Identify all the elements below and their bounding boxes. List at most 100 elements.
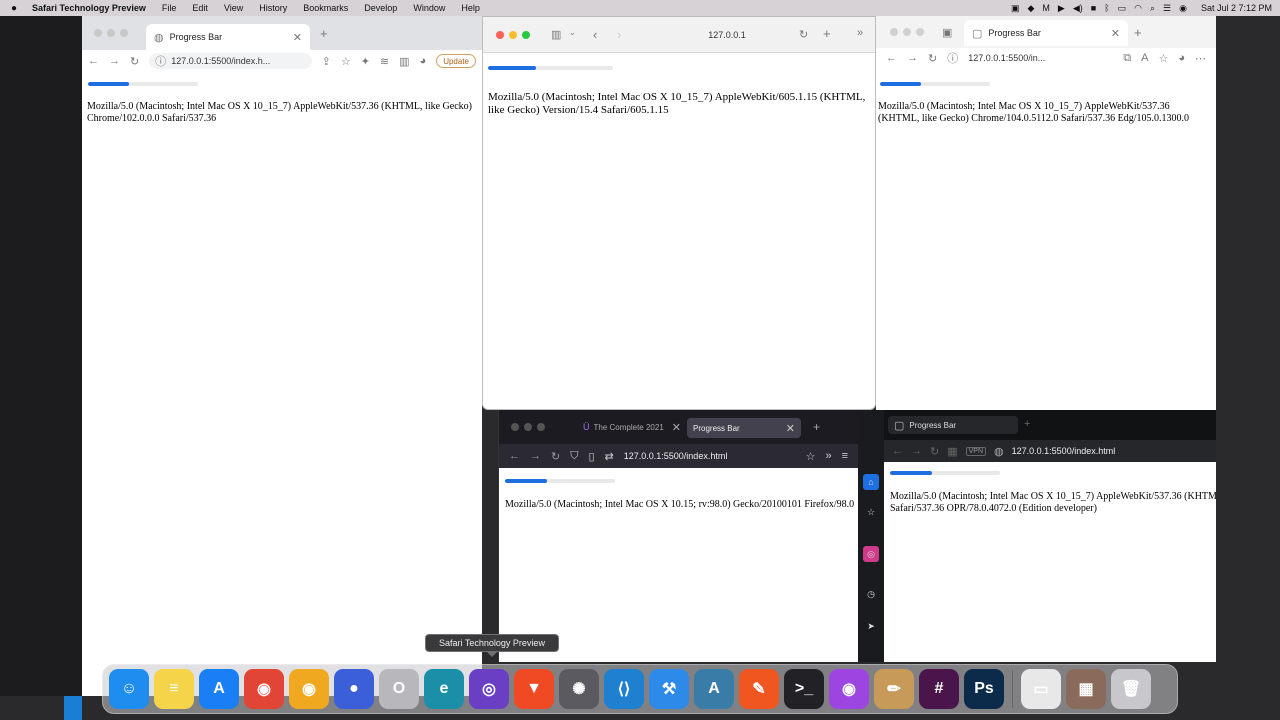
chrome-close-dot[interactable] <box>94 29 102 37</box>
search-icon[interactable]: ⌕ <box>1150 3 1155 14</box>
reload-icon[interactable]: ↻ <box>928 52 937 65</box>
forward-icon[interactable]: → <box>530 450 541 462</box>
gmail-icon[interactable]: M <box>1042 3 1050 13</box>
forward-icon[interactable]: → <box>911 445 922 457</box>
forward-icon[interactable]: › <box>617 27 621 42</box>
chrome-address-bar[interactable]: ⓘ 127.0.0.1:5500/index.h... <box>149 53 312 69</box>
edge-close-dot[interactable] <box>890 28 898 36</box>
edge-dev-icon[interactable]: e <box>424 669 464 709</box>
reload-icon[interactable]: ↻ <box>551 450 560 463</box>
brave-icon[interactable]: ▼ <box>514 669 554 709</box>
info-icon[interactable]: ⓘ <box>155 53 166 69</box>
opera-url[interactable]: 127.0.0.1:5500/index.html <box>1012 446 1116 456</box>
firefox-minimize-dot[interactable] <box>524 423 532 431</box>
profile-avatar-icon[interactable]: ◕ <box>1178 52 1185 64</box>
slack-icon[interactable]: # <box>919 669 959 709</box>
photoshop-icon[interactable]: Ps <box>964 669 1004 709</box>
android-studio-icon[interactable]: A <box>694 669 734 709</box>
home-icon[interactable]: ⌂ <box>863 474 879 490</box>
firefox-close-dot[interactable] <box>511 423 519 431</box>
vscode-icon[interactable]: ⟨⟩ <box>604 669 644 709</box>
more-menu-icon[interactable]: ⋯ <box>1195 52 1206 65</box>
control-center-icon[interactable]: ☰ <box>1163 3 1171 14</box>
volume-icon[interactable]: ◀) <box>1073 3 1083 14</box>
safari-address-field[interactable]: 127.0.0.1 <box>647 27 807 43</box>
history-icon[interactable]: ◷ <box>863 586 879 602</box>
safari-close-button[interactable] <box>496 31 504 39</box>
shield-icon[interactable]: ⛉ <box>570 450 578 463</box>
chevron-down-icon[interactable]: ⌄ <box>569 28 576 37</box>
firefox-icon[interactable]: ● <box>334 669 374 709</box>
close-tab-icon[interactable]: ✕ <box>1111 27 1120 40</box>
new-tab-icon[interactable]: + <box>823 26 831 41</box>
send-icon[interactable]: ➤ <box>863 618 879 634</box>
menu-view[interactable]: View <box>216 3 251 13</box>
menu-develop[interactable]: Develop <box>356 3 405 13</box>
edge-minimize-dot[interactable] <box>903 28 911 36</box>
new-tab-icon[interactable]: + <box>813 420 820 434</box>
close-tab-icon[interactable]: ✕ <box>293 31 302 44</box>
profile-avatar-icon[interactable]: ◕ <box>420 55 427 67</box>
edge-zoom-dot[interactable] <box>916 28 924 36</box>
page-icon[interactable]: ▯ <box>588 450 594 463</box>
reload-icon[interactable]: ↻ <box>799 28 808 41</box>
hamburger-menu-icon[interactable]: ≡ <box>842 450 848 462</box>
back-icon[interactable]: ← <box>886 52 897 64</box>
firefox-zoom-dot[interactable] <box>537 423 545 431</box>
edge-tab-progress-bar[interactable]: ▢ Progress Bar ✕ <box>964 20 1128 46</box>
chrome-zoom-dot[interactable] <box>120 29 128 37</box>
sidebar-icon[interactable]: ▥ <box>399 55 409 68</box>
permissions-icon[interactable]: ⇄ <box>605 450 614 463</box>
opera-tab-progress-bar[interactable]: ▢ Progress Bar <box>888 416 1018 434</box>
trash-icon[interactable]: 🗑 <box>1111 669 1151 709</box>
vpn-badge[interactable]: VPN <box>965 446 987 456</box>
close-tab-icon[interactable]: ✕ <box>786 422 795 435</box>
new-tab-icon[interactable]: + <box>1024 418 1030 430</box>
chrome-canary-icon[interactable]: ◉ <box>289 669 329 709</box>
bookmarks-icon[interactable]: ☆ <box>863 504 879 520</box>
chrome-minimize-dot[interactable] <box>107 29 115 37</box>
location-icon[interactable]: ◆ <box>1027 3 1034 14</box>
siri-icon[interactable]: ◉ <box>1179 3 1187 14</box>
sketch-pen-icon[interactable]: ✎ <box>739 669 779 709</box>
app-store-icon[interactable]: A <box>199 669 239 709</box>
document-thumbnail-icon[interactable]: ▭ <box>1021 669 1061 709</box>
play-icon[interactable]: ▶ <box>1058 3 1065 14</box>
podcasts-icon[interactable]: ◉ <box>829 669 869 709</box>
apple-menu-icon[interactable]: ● <box>0 3 28 14</box>
firefox-url[interactable]: 127.0.0.1:5500/index.html <box>624 451 796 461</box>
back-icon[interactable]: ← <box>509 450 520 462</box>
info-icon[interactable]: ⓘ <box>947 50 958 66</box>
share-icon[interactable]: ⇪ <box>322 55 331 68</box>
read-aloud-icon[interactable]: A <box>1141 52 1148 64</box>
menu-bookmarks[interactable]: Bookmarks <box>295 3 356 13</box>
reading-list-icon[interactable]: ≋ <box>380 55 389 68</box>
terminal-icon[interactable]: >_ <box>784 669 824 709</box>
bookmark-star-icon[interactable]: ☆ <box>806 450 816 463</box>
sidebar-toggle-icon[interactable]: ▥ <box>551 28 561 41</box>
forward-icon[interactable]: → <box>109 55 120 67</box>
menu-edit[interactable]: Edit <box>184 3 216 13</box>
battery-icon[interactable]: ▭ <box>1118 3 1127 14</box>
edge-tab-actions-icon[interactable]: ▣ <box>942 26 952 39</box>
menu-app-name[interactable]: Safari Technology Preview <box>28 3 154 13</box>
extension-icon[interactable]: ✦ <box>361 55 370 68</box>
chrome-tab-progress-bar[interactable]: ◍ Progress Bar ✕ <box>146 24 310 50</box>
safari-zoom-button[interactable] <box>522 31 530 39</box>
menu-help[interactable]: Help <box>453 3 488 13</box>
chrome-update-button[interactable]: Update <box>436 54 476 68</box>
opera-icon[interactable]: O <box>379 669 419 709</box>
back-icon[interactable]: ← <box>88 55 99 67</box>
back-icon[interactable]: ← <box>892 445 903 457</box>
new-tab-icon[interactable]: + <box>1134 25 1142 40</box>
overflow-chevrons-icon[interactable]: » <box>857 27 863 39</box>
pencil-icon[interactable]: ✏ <box>874 669 914 709</box>
speed-dial-icon[interactable]: ▦ <box>947 445 957 458</box>
flag-icon[interactable]: ■ <box>1091 3 1096 13</box>
back-icon[interactable]: ‹ <box>593 27 597 42</box>
open-app-icon[interactable]: ⧉ <box>1123 52 1131 65</box>
new-tab-icon[interactable]: + <box>320 26 328 41</box>
favorites-icon[interactable]: ☆ <box>1158 52 1168 65</box>
reload-icon[interactable]: ↻ <box>930 445 939 458</box>
wifi-icon[interactable]: ◠ <box>1134 3 1142 14</box>
